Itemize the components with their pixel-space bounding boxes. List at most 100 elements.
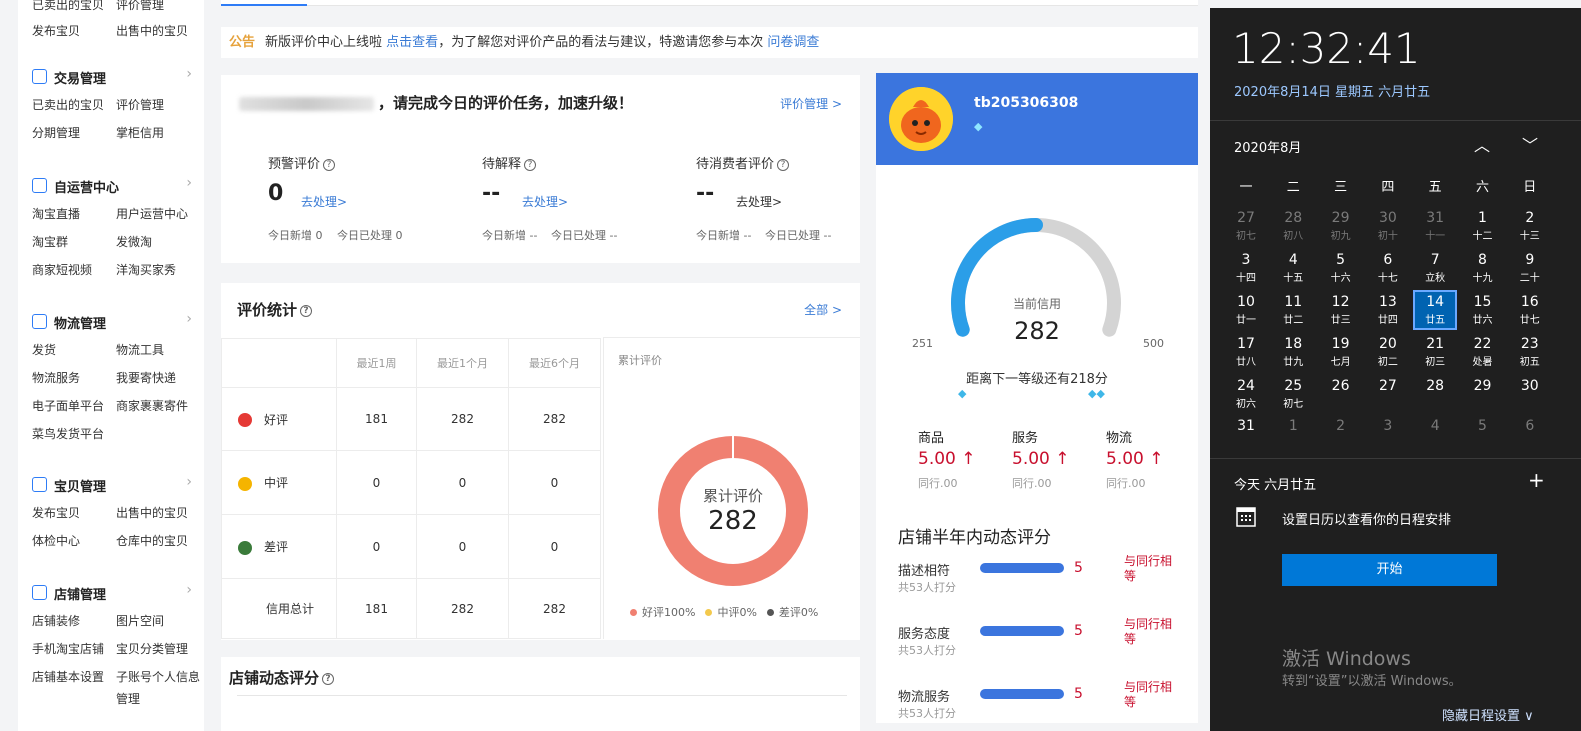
add-event-icon[interactable]: + bbox=[1528, 468, 1545, 492]
calendar-day[interactable]: 26 bbox=[1319, 374, 1363, 414]
sidebar-item[interactable]: 发布宝贝 bbox=[32, 22, 80, 39]
hide-agenda-link[interactable]: 隐藏日程设置 ∨ bbox=[1442, 705, 1534, 724]
help-icon[interactable]: ? bbox=[524, 158, 537, 171]
sidebar-item[interactable]: 出售中的宝贝 bbox=[116, 504, 188, 521]
clock-date[interactable]: 2020年8月14日 星期五 六月廿五 bbox=[1234, 81, 1430, 100]
sidebar-item[interactable]: 用户运营中心 bbox=[116, 205, 188, 222]
calendar-day[interactable]: 22 处暑 bbox=[1461, 332, 1505, 372]
sidebar-item[interactable]: 子账号个人信息 bbox=[116, 668, 200, 685]
sidebar-item[interactable]: 商家裹裹寄件 bbox=[116, 397, 188, 414]
review-task-card: ，请完成今日的评价任务，加速升级！ 评价管理 > 预警评价? 0 去处理> 今日新增 … bbox=[221, 75, 860, 263]
calendar-day[interactable]: 15 廿六 bbox=[1461, 290, 1505, 330]
section-chat[interactable]: 自运营中心 › bbox=[32, 175, 192, 197]
calendar-day[interactable]: 20 初二 bbox=[1366, 332, 1410, 372]
calendar-day[interactable]: 24 初六 bbox=[1224, 374, 1268, 414]
calendar-day[interactable]: 4 十五 bbox=[1271, 248, 1315, 288]
sidebar-item[interactable]: 淘宝群 bbox=[32, 233, 68, 250]
start-button[interactable]: 开始 bbox=[1282, 554, 1497, 586]
sidebar-item[interactable]: 商家短视频 bbox=[32, 261, 92, 278]
calendar-day[interactable]: 28 bbox=[1413, 374, 1457, 414]
calendar-day[interactable]: 2 bbox=[1319, 414, 1363, 454]
calendar-day[interactable]: 11 廿二 bbox=[1271, 290, 1315, 330]
calendar-day[interactable]: 31 bbox=[1224, 414, 1268, 454]
sidebar-item[interactable]: 店铺装修 bbox=[32, 612, 80, 629]
sidebar-item[interactable]: 电子面单平台 bbox=[32, 397, 104, 414]
calendar-day[interactable]: 6 bbox=[1508, 414, 1552, 454]
calendar-day[interactable]: 29 bbox=[1461, 374, 1505, 414]
sidebar-item[interactable]: 已卖出的宝贝 bbox=[32, 96, 104, 113]
section-logistics[interactable]: 物流管理 › bbox=[32, 311, 192, 333]
section-goods[interactable]: 宝贝管理 › bbox=[32, 474, 192, 496]
calendar-day[interactable]: 27 初七 bbox=[1224, 206, 1268, 246]
process-link[interactable]: 去处理> bbox=[736, 193, 782, 210]
calendar-day[interactable]: 6 十七 bbox=[1366, 248, 1410, 288]
sidebar-item[interactable]: 菜鸟发货平台 bbox=[32, 425, 104, 442]
sidebar-item[interactable]: 评价管理 bbox=[116, 0, 164, 13]
calendar-day[interactable]: 27 bbox=[1366, 374, 1410, 414]
calendar-day[interactable]: 19 七月 bbox=[1319, 332, 1363, 372]
sidebar-item[interactable]: 已卖出的宝贝 bbox=[32, 0, 104, 13]
sidebar-item[interactable]: 掌柜信用 bbox=[116, 124, 164, 141]
calendar-day[interactable]: 3 十四 bbox=[1224, 248, 1268, 288]
section-shop[interactable]: 店铺管理 › bbox=[32, 582, 192, 604]
survey-link[interactable]: 问卷调查 bbox=[767, 35, 819, 50]
sidebar-item[interactable]: 管理 bbox=[116, 690, 140, 707]
next-month-icon[interactable]: ﹀ bbox=[1522, 132, 1538, 156]
help-icon[interactable]: ? bbox=[323, 158, 336, 171]
sidebar-item[interactable]: 店铺基本设置 bbox=[32, 668, 104, 685]
calendar-day[interactable]: 5 bbox=[1461, 414, 1505, 454]
sidebar-item[interactable]: 发微淘 bbox=[116, 233, 152, 250]
calendar-day[interactable]: 25 初七 bbox=[1271, 374, 1315, 414]
sidebar-item[interactable]: 发布宝贝 bbox=[32, 504, 80, 521]
calendar-day[interactable]: 31 十一 bbox=[1413, 206, 1457, 246]
calendar-day[interactable]: 30 bbox=[1508, 374, 1552, 414]
calendar-day[interactable]: 7 立秋 bbox=[1413, 248, 1457, 288]
calendar-day[interactable]: 23 初五 bbox=[1508, 332, 1552, 372]
prev-month-icon[interactable]: ︿ bbox=[1474, 132, 1490, 156]
sidebar-item[interactable]: 评价管理 bbox=[116, 96, 164, 113]
calendar-day[interactable]: 2 十三 bbox=[1508, 206, 1552, 246]
sidebar-item[interactable]: 仓库中的宝贝 bbox=[116, 532, 188, 549]
sidebar-item[interactable]: 图片空间 bbox=[116, 612, 164, 629]
calendar-day[interactable]: 8 十九 bbox=[1461, 248, 1505, 288]
calendar-day[interactable]: 9 二十 bbox=[1508, 248, 1552, 288]
calendar-month[interactable]: 2020年8月 bbox=[1234, 137, 1301, 156]
calendar-day[interactable]: 5 十六 bbox=[1319, 248, 1363, 288]
calendar-day[interactable]: 16 廿七 bbox=[1508, 290, 1552, 330]
view-link[interactable]: 点击查看 bbox=[386, 35, 438, 50]
help-icon[interactable]: ? bbox=[777, 158, 790, 171]
calendar-day[interactable]: 1 bbox=[1271, 414, 1315, 454]
process-link[interactable]: 去处理> bbox=[301, 193, 347, 210]
calendar-day[interactable]: 3 bbox=[1366, 414, 1410, 454]
sidebar-item[interactable]: 淘宝直播 bbox=[32, 205, 80, 222]
sidebar-item[interactable]: 物流服务 bbox=[32, 369, 80, 386]
process-link[interactable]: 去处理> bbox=[522, 193, 568, 210]
calendar-day[interactable]: 1 十二 bbox=[1461, 206, 1505, 246]
sidebar-item[interactable]: 我要寄快递 bbox=[116, 369, 176, 386]
sidebar-item[interactable]: 手机淘宝店铺 bbox=[32, 640, 104, 657]
calendar-day[interactable]: 29 初九 bbox=[1319, 206, 1363, 246]
sidebar-item[interactable]: 洋淘买家秀 bbox=[116, 261, 176, 278]
calendar-day[interactable]: 28 初八 bbox=[1271, 206, 1315, 246]
review-management-link[interactable]: 评价管理 > bbox=[780, 95, 842, 112]
section-order[interactable]: 交易管理 › bbox=[32, 66, 192, 88]
sidebar-item[interactable]: 宝贝分类管理 bbox=[116, 640, 188, 657]
sidebar-item[interactable]: 分期管理 bbox=[32, 124, 80, 141]
calendar-day[interactable]: 30 初十 bbox=[1366, 206, 1410, 246]
help-icon[interactable]: ? bbox=[322, 672, 335, 685]
calendar-day[interactable]: 12 廿三 bbox=[1319, 290, 1363, 330]
sidebar-item[interactable]: 发货 bbox=[32, 341, 56, 358]
all-link[interactable]: 全部 > bbox=[804, 301, 842, 318]
calendar-day[interactable]: 18 廿九 bbox=[1271, 332, 1315, 372]
mascot-icon bbox=[889, 87, 953, 151]
help-icon[interactable]: ? bbox=[300, 304, 313, 317]
sidebar-item[interactable]: 物流工具 bbox=[116, 341, 164, 358]
calendar-day[interactable]: 13 廿四 bbox=[1366, 290, 1410, 330]
calendar-day-today[interactable]: 14 廿五 bbox=[1413, 290, 1458, 330]
calendar-day[interactable]: 21 初三 bbox=[1413, 332, 1457, 372]
sidebar-item[interactable]: 出售中的宝贝 bbox=[116, 22, 188, 39]
calendar-day[interactable]: 17 廿八 bbox=[1224, 332, 1268, 372]
calendar-day[interactable]: 4 bbox=[1413, 414, 1457, 454]
sidebar-item[interactable]: 体检中心 bbox=[32, 532, 80, 549]
calendar-day[interactable]: 10 廿一 bbox=[1224, 290, 1268, 330]
